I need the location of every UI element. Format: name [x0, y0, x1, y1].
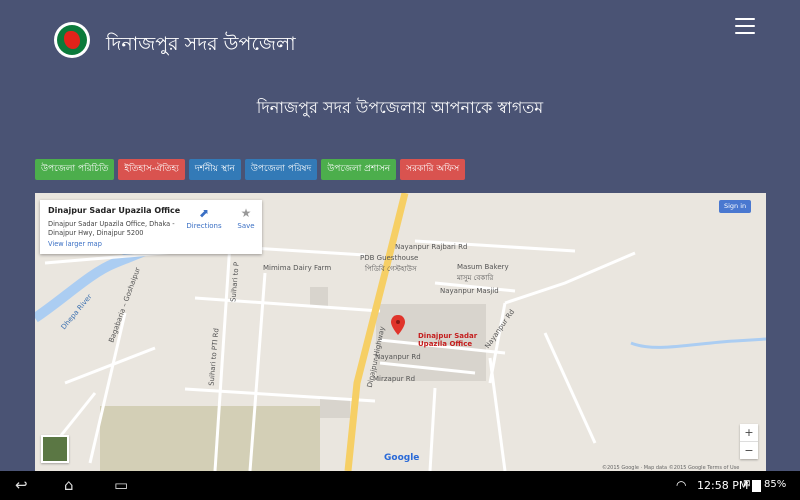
view-larger-map-link[interactable]: View larger map: [48, 240, 102, 248]
google-logo: Google: [384, 453, 420, 463]
directions-label: Directions: [186, 222, 222, 230]
nav-button-upazila-intro[interactable]: উপজেলা পরিচিতি: [35, 159, 115, 180]
android-system-bar: ↩ ⌂ ▭ ◠ 12:58 PM ⊠ 85%: [0, 471, 800, 500]
satellite-view-toggle[interactable]: [41, 435, 69, 463]
back-icon[interactable]: ↩: [15, 476, 28, 494]
star-icon: ★: [240, 206, 252, 220]
wifi-icon: ◠: [676, 478, 687, 492]
status-time-value: 12:58: [697, 479, 729, 492]
home-icon[interactable]: ⌂: [64, 476, 74, 494]
zoom-in-button[interactable]: +: [740, 424, 758, 441]
signal-icon: ⊠: [743, 479, 751, 489]
quick-links-nav: উপজেলা পরিচিতি ইতিহাস-ঐতিহ্য দর্শনীয় স্…: [35, 159, 466, 180]
map-label-nayanpur-masjid: Nayanpur Masjid: [440, 287, 499, 295]
map-marker-label[interactable]: Dinajpur Sadar Upazila Office: [418, 332, 488, 348]
battery-icon: [752, 480, 761, 492]
sign-in-button[interactable]: Sign in: [719, 200, 752, 213]
zoom-control: + −: [740, 424, 758, 459]
map-label-masum-bakery-bn: মাসুম বেকারি: [457, 274, 494, 282]
nav-button-tourist-places[interactable]: দর্শনীয় স্থান: [188, 159, 241, 180]
bangladesh-emblem-icon: [54, 22, 90, 58]
zoom-out-button[interactable]: −: [740, 441, 758, 459]
map-label-nayanpur-rd: Nayanpur Rd: [375, 353, 421, 361]
battery-percent: 85%: [764, 479, 787, 490]
map-label-masum-bakery: Masum Bakery: [457, 263, 509, 271]
map-label-mirzapur-rd: Mirzapur Rd: [373, 375, 416, 383]
site-title[interactable]: দিনাজপুর সদর উপজেলা: [106, 30, 296, 62]
place-name: Dinajpur Sadar Upazila Office: [48, 206, 181, 215]
directions-button[interactable]: ⬈ Directions: [186, 206, 222, 230]
nav-button-history-heritage[interactable]: ইতিহাস-ঐতিহ্য: [118, 159, 185, 180]
directions-icon: ⬈: [198, 206, 210, 220]
nav-button-upazila-administration[interactable]: উপজেলা প্রশাসন: [321, 159, 397, 180]
map-label-pdb-guesthouse: PDB Guesthouse: [360, 254, 419, 262]
embedded-google-map[interactable]: Nayanpur Rajbari Rd PDB Guesthouse পিডিব…: [35, 193, 766, 471]
save-label: Save: [237, 222, 255, 230]
place-address: Dinajpur Sadar Upazila Office, Dhaka - D…: [48, 220, 175, 237]
recents-icon[interactable]: ▭: [114, 476, 128, 494]
welcome-heading: দিনাজপুর সদর উপজেলায় আপনাকে স্বাগতম: [256, 98, 544, 117]
map-label-mimima-dairy-farm: Mimima Dairy Farm: [263, 264, 332, 272]
save-button[interactable]: ★ Save: [232, 206, 260, 230]
map-label-pdb-guesthouse-bn: পিডিবি গেস্টহাউস: [365, 265, 417, 273]
nav-button-upazila-council[interactable]: উপজেলা পরিষদ: [244, 159, 318, 180]
place-info-card: Dinajpur Sadar Upazila Office Dinajpur S…: [40, 200, 262, 254]
nav-button-government-offices[interactable]: সরকারি অফিস: [400, 159, 466, 180]
map-label-nayanpur-rajbari-rd: Nayanpur Rajbari Rd: [395, 243, 468, 251]
app-header: দিনাজপুর সদর উপজেলা: [0, 0, 800, 82]
status-time: 12:58 PM: [697, 479, 748, 492]
hamburger-menu-icon[interactable]: [735, 18, 755, 34]
